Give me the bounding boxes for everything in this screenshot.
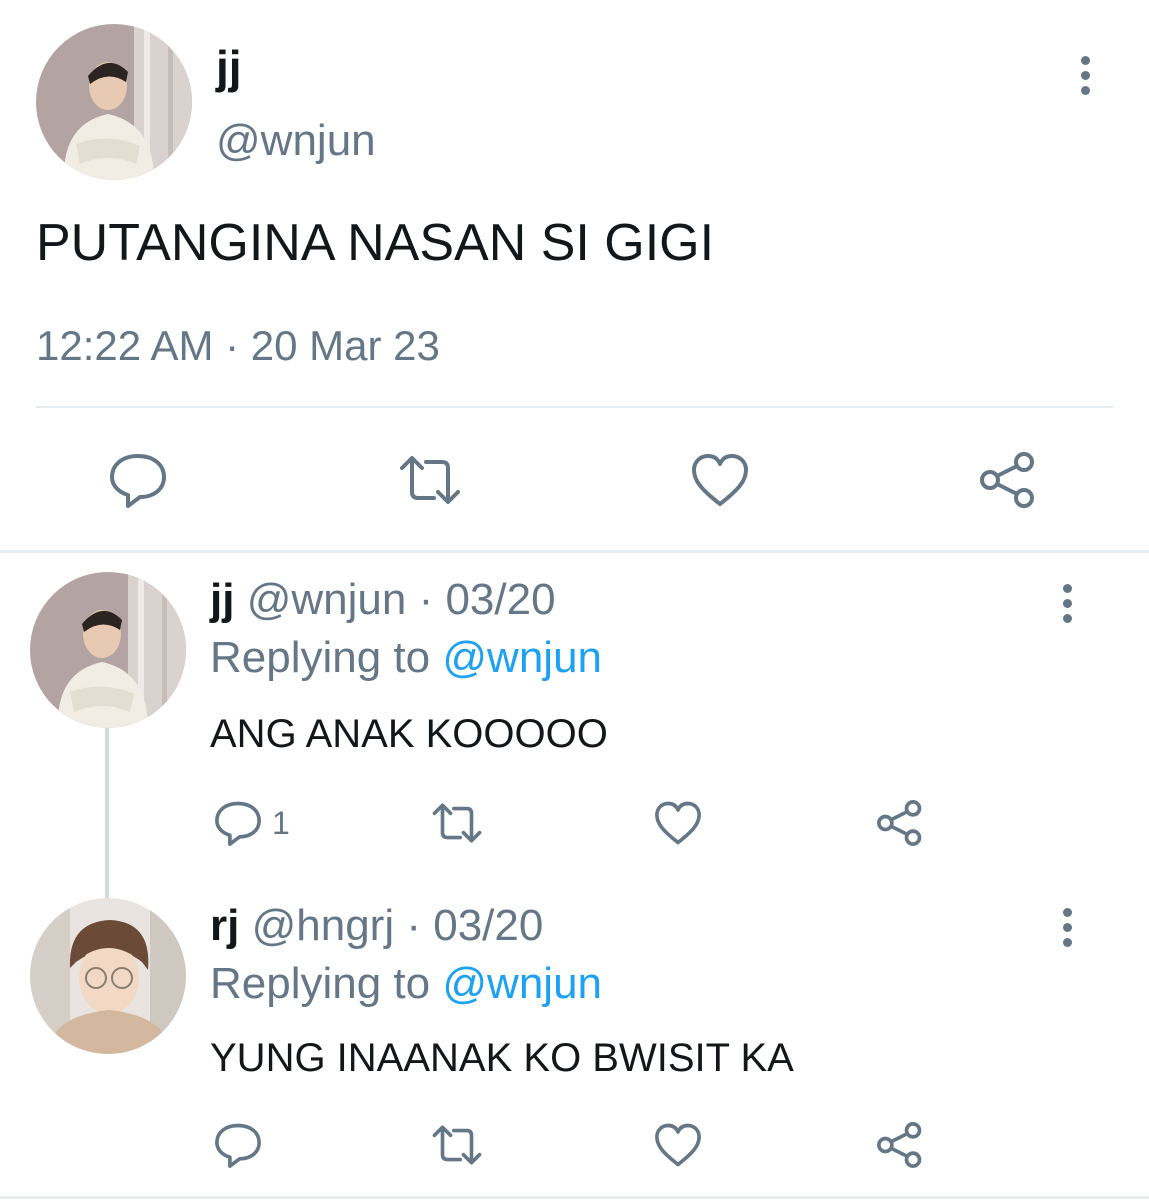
share-button[interactable] bbox=[976, 450, 1040, 510]
more-vertical-icon bbox=[1081, 56, 1090, 65]
share-icon bbox=[877, 1122, 922, 1168]
user-handle[interactable]: @wnjun bbox=[216, 114, 376, 168]
display-name[interactable]: rj bbox=[210, 901, 239, 950]
share-icon bbox=[877, 800, 922, 846]
like-button[interactable] bbox=[652, 798, 704, 848]
tweet-timestamp[interactable]: 12:22 AM · 20 Mar 23 bbox=[36, 320, 440, 372]
avatar-photo bbox=[36, 24, 192, 180]
more-vertical-icon bbox=[1063, 584, 1072, 593]
like-button[interactable] bbox=[652, 1120, 704, 1170]
share-button[interactable] bbox=[874, 1120, 926, 1170]
display-name[interactable]: jj bbox=[210, 575, 234, 624]
speech-bubble-icon bbox=[110, 454, 166, 508]
replying-to-label: Replying to bbox=[210, 959, 431, 1008]
more-vertical-icon bbox=[1063, 908, 1072, 917]
share-button[interactable] bbox=[874, 798, 926, 848]
reply-text: ANG ANAK KOOOOO bbox=[210, 712, 608, 756]
avatar-photo bbox=[30, 898, 186, 1054]
retweet-icon bbox=[432, 1125, 482, 1165]
more-options-button[interactable] bbox=[1048, 898, 1088, 958]
speech-bubble-icon bbox=[215, 1123, 261, 1168]
user-handle[interactable]: @hngrj bbox=[252, 901, 395, 950]
more-options-button[interactable] bbox=[1066, 46, 1106, 106]
avatar[interactable] bbox=[36, 24, 192, 180]
user-handle[interactable]: @wnjun bbox=[247, 575, 407, 624]
retweet-button[interactable] bbox=[394, 450, 466, 510]
avatar-photo bbox=[30, 572, 186, 728]
reply-header: jj @wnjun · 03/20 bbox=[210, 574, 556, 626]
replying-to: Replying to @wnjun bbox=[210, 632, 602, 684]
replying-to-handle[interactable]: @wnjun bbox=[442, 959, 602, 1008]
reply-button[interactable] bbox=[212, 1120, 272, 1170]
tweet-text: PUTANGINA NASAN SI GIGI bbox=[36, 214, 715, 272]
reply-button[interactable]: 1 bbox=[212, 798, 290, 848]
reply-date[interactable]: · 03/20 bbox=[406, 901, 543, 950]
heart-icon bbox=[655, 801, 701, 845]
divider bbox=[36, 406, 1113, 408]
retweet-icon bbox=[400, 456, 460, 504]
retweet-button[interactable] bbox=[428, 798, 486, 848]
share-icon bbox=[980, 452, 1034, 508]
thread-connector bbox=[105, 728, 109, 898]
like-button[interactable] bbox=[688, 450, 752, 510]
reply-count: 1 bbox=[272, 804, 290, 841]
replying-to: Replying to @wnjun bbox=[210, 958, 602, 1010]
reply-header: rj @hngrj · 03/20 bbox=[210, 900, 543, 952]
retweet-icon bbox=[432, 803, 482, 843]
replying-to-handle[interactable]: @wnjun bbox=[442, 633, 602, 682]
reply-date[interactable]: · 03/20 bbox=[419, 575, 556, 624]
heart-icon bbox=[655, 1123, 701, 1167]
speech-bubble-icon bbox=[215, 801, 261, 846]
retweet-button[interactable] bbox=[428, 1120, 486, 1170]
replying-to-label: Replying to bbox=[210, 633, 431, 682]
reply-text: YUNG INAANAK KO BWISIT KA bbox=[210, 1036, 794, 1080]
more-options-button[interactable] bbox=[1048, 574, 1088, 634]
divider bbox=[0, 550, 1149, 553]
avatar[interactable] bbox=[30, 898, 186, 1054]
divider bbox=[0, 1196, 1149, 1199]
reply-button[interactable] bbox=[106, 450, 170, 510]
avatar[interactable] bbox=[30, 572, 186, 728]
heart-icon bbox=[692, 454, 748, 506]
display-name[interactable]: jj bbox=[216, 40, 242, 94]
